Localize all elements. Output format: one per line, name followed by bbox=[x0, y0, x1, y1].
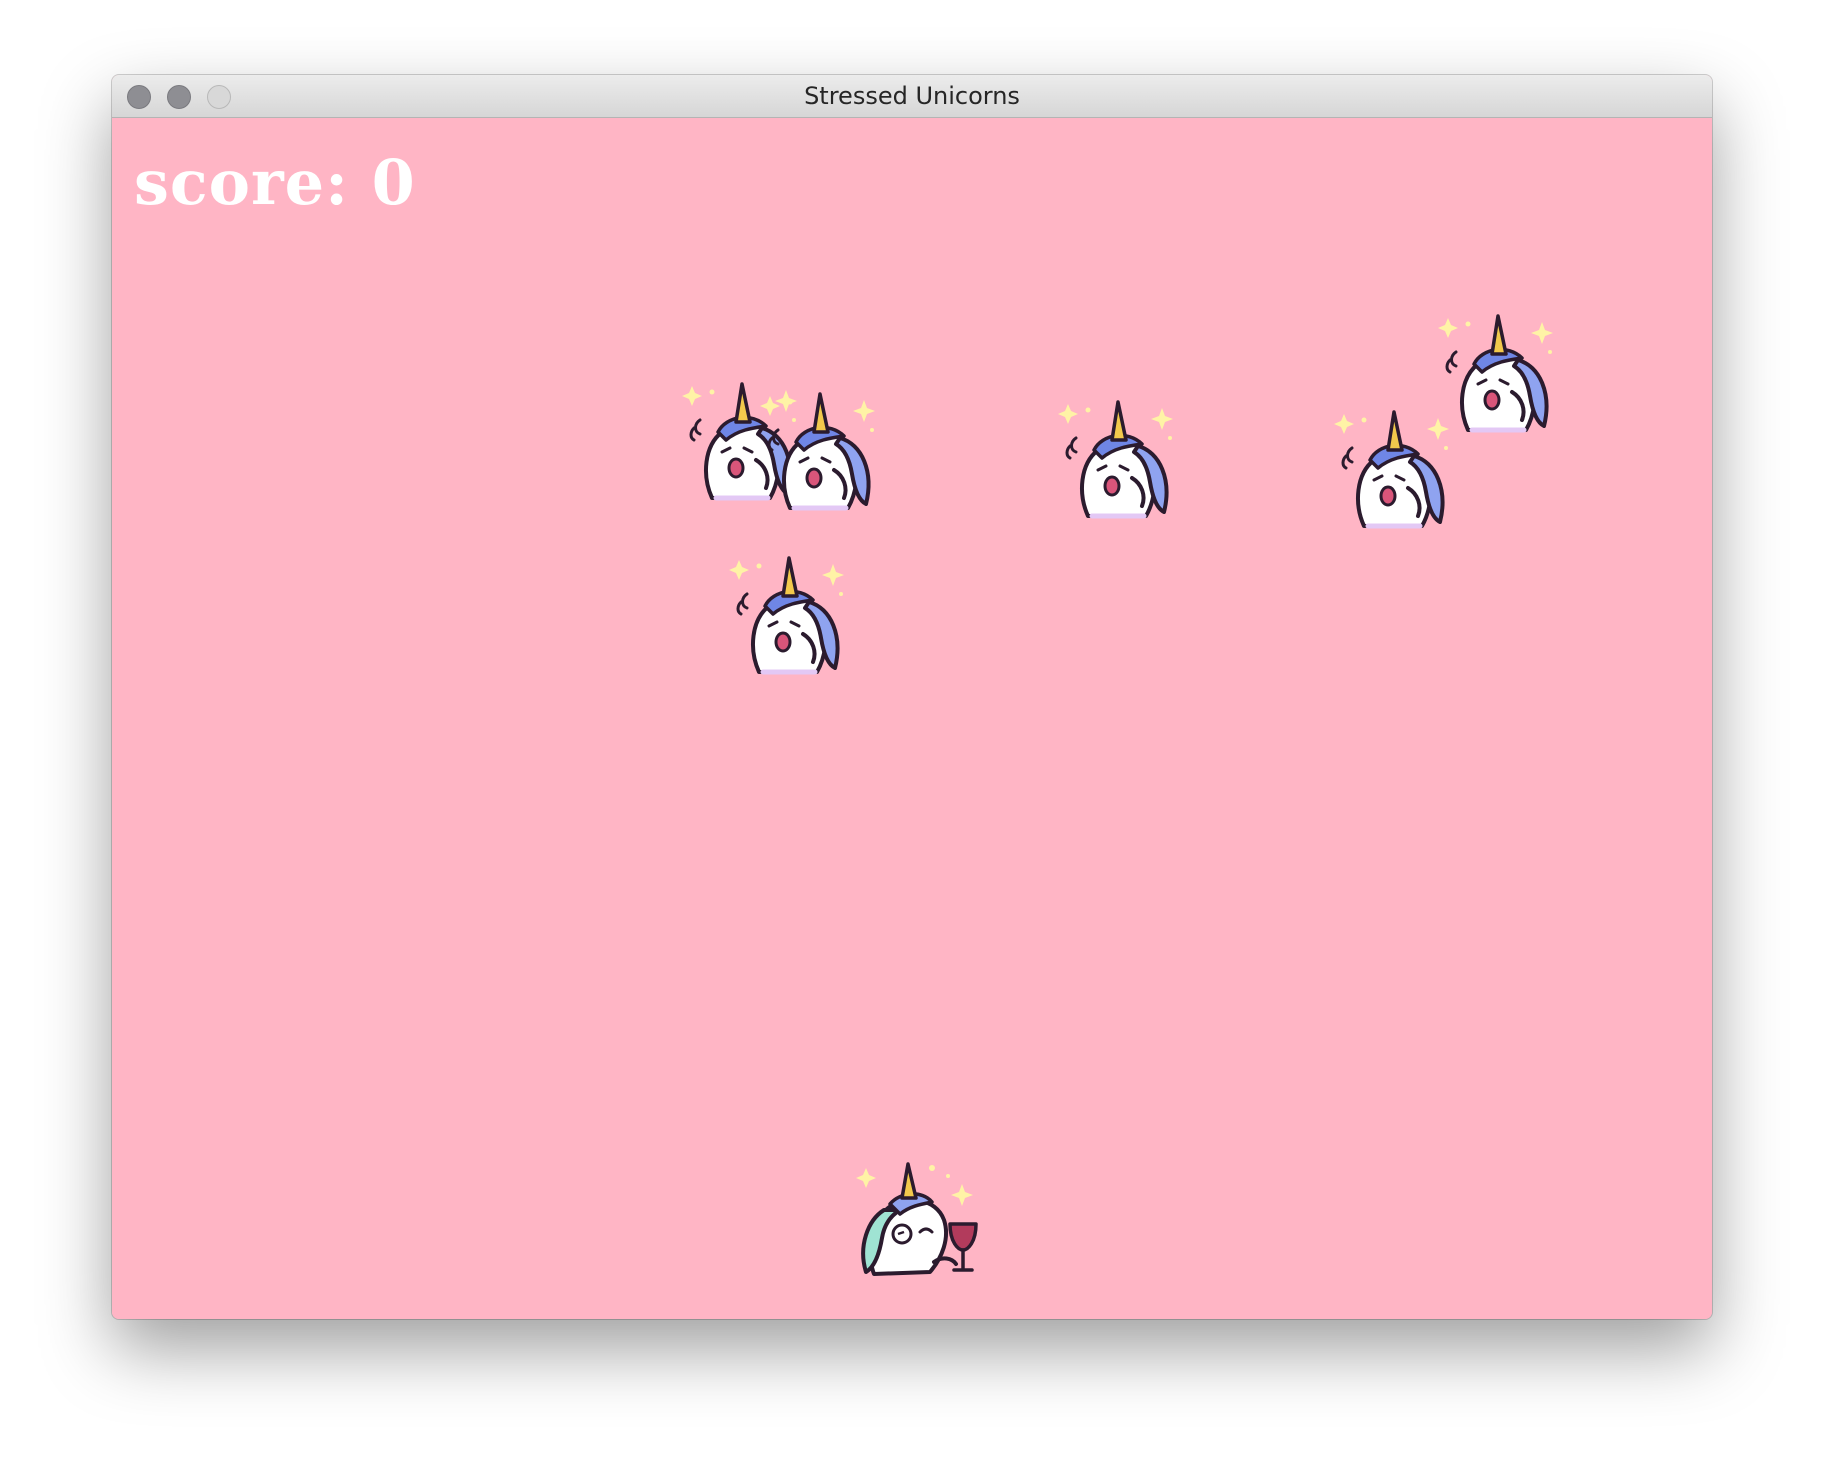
stressed-unicorn-icon bbox=[1334, 404, 1454, 534]
stressed-unicorn-icon bbox=[760, 386, 880, 516]
stressed-unicorn-icon bbox=[1438, 308, 1558, 438]
stressed-unicorn-enemy bbox=[1334, 404, 1454, 534]
stressed-unicorn-enemy bbox=[1438, 308, 1558, 438]
player-unicorn[interactable] bbox=[844, 1154, 980, 1286]
stressed-unicorn-enemy bbox=[1058, 394, 1178, 524]
window-title: Stressed Unicorns bbox=[804, 82, 1020, 110]
relaxed-unicorn-with-wine-icon bbox=[856, 1162, 978, 1276]
title-bar: Stressed Unicorns bbox=[112, 75, 1712, 118]
game-canvas[interactable]: score: 0 bbox=[112, 118, 1712, 1319]
stressed-unicorn-enemy bbox=[729, 550, 849, 680]
stressed-unicorn-icon bbox=[729, 550, 849, 680]
game-window: Stressed Unicorns score: 0 bbox=[112, 75, 1712, 1319]
stressed-unicorn-icon bbox=[1058, 394, 1178, 524]
stressed-unicorn-enemy bbox=[760, 386, 880, 516]
score-label: score: 0 bbox=[134, 146, 416, 219]
